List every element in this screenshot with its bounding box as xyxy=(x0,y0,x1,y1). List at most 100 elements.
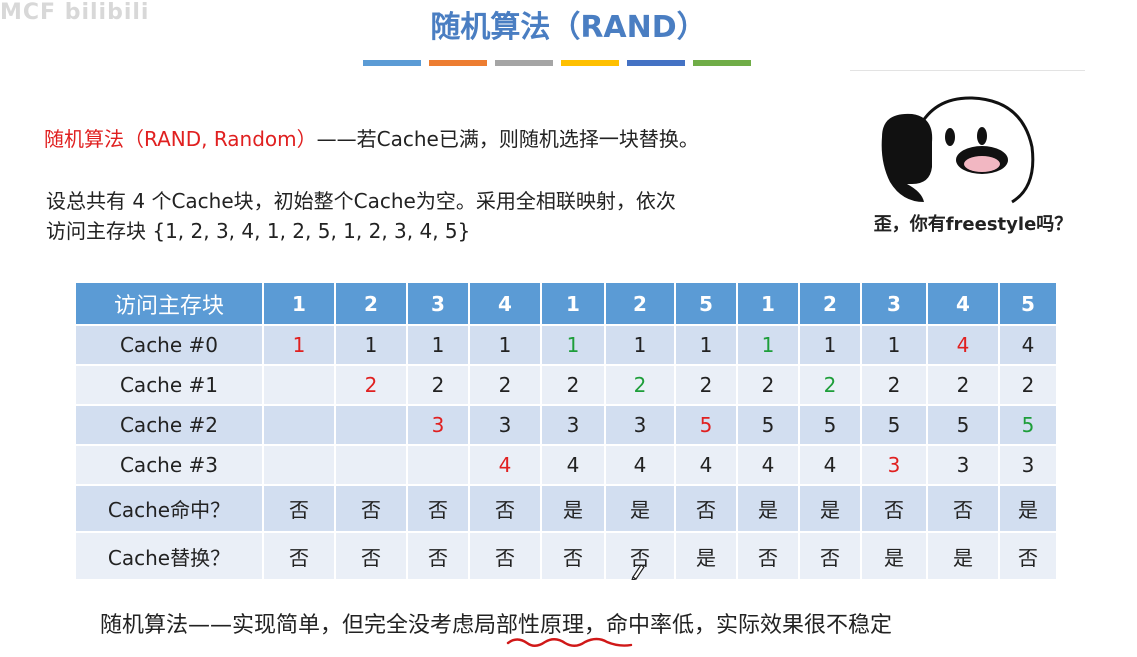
cell-value: 1 xyxy=(498,332,512,357)
table-cell: 4 xyxy=(468,443,542,486)
cell-value: 是 xyxy=(820,498,840,523)
table-cell xyxy=(334,403,408,446)
cell-value: 2 xyxy=(887,372,901,397)
table-cell: 1 xyxy=(262,324,336,366)
cell-value: 2 xyxy=(1021,372,1035,397)
table-row: Cache #0 1 1 1 1 1 1 1 1 1 1 4 4 xyxy=(74,324,1058,366)
cell-value: 否 xyxy=(495,545,515,570)
cell-value: 3 xyxy=(566,412,580,437)
cell-value: 5 xyxy=(1021,412,1035,437)
table-cell: 否 xyxy=(334,531,408,581)
table-cell: 1 xyxy=(798,324,862,366)
row-label: Cache #1 xyxy=(74,363,264,406)
definition-text: 随机算法（RAND, Random）——若Cache已满，则随机选择一块替换。 xyxy=(44,123,699,152)
table-cell: 4 xyxy=(540,443,606,486)
table-cell: 1 xyxy=(406,324,470,366)
table-cell xyxy=(262,403,336,446)
cell-value: 1 xyxy=(364,332,378,357)
table-cell: 4 xyxy=(926,324,1000,366)
cell-value: 2 xyxy=(633,372,647,397)
table-cell: 3 xyxy=(468,403,542,446)
table-cell xyxy=(334,443,408,486)
table-cell: 3 xyxy=(998,443,1058,486)
cell-value: 3 xyxy=(431,412,445,437)
table-cell: 否 xyxy=(860,483,928,534)
cell-value: 否 xyxy=(563,545,583,570)
table-cell: 否 xyxy=(798,531,862,581)
cell-value: 1 xyxy=(633,332,647,357)
table-row: Cache #1 2 2 2 2 2 2 2 2 2 2 2 xyxy=(74,363,1058,406)
cell-value: 否 xyxy=(820,545,840,570)
table-cell: 2 xyxy=(604,363,676,406)
cell-value: 4 xyxy=(699,452,713,477)
table-cell: 4 xyxy=(736,443,800,486)
red-underline-scribble xyxy=(506,637,633,647)
row-label: Cache替换？ xyxy=(74,531,264,581)
table-cell: 3 xyxy=(926,443,1000,486)
table-cell: 否 xyxy=(468,531,542,581)
cell-value: 3 xyxy=(1021,452,1035,477)
color-bar-3 xyxy=(495,60,553,66)
cell-value: 5 xyxy=(823,412,837,437)
table-cell: 2 xyxy=(674,363,738,406)
table-cell: 是 xyxy=(798,483,862,534)
table-cell: 是 xyxy=(926,531,1000,581)
definition-rest: ——若Cache已满，则随机选择一块替换。 xyxy=(316,127,699,151)
row-label: Cache #0 xyxy=(74,324,264,366)
access-3: 3 xyxy=(406,281,470,326)
access-9: 2 xyxy=(798,281,862,326)
cell-value: 是 xyxy=(563,498,583,523)
table-cell: 是 xyxy=(736,483,800,534)
cell-value: 否 xyxy=(495,498,515,523)
table-cell: 4 xyxy=(798,443,862,486)
table-cell: 否 xyxy=(262,531,336,581)
table-cell: 2 xyxy=(798,363,862,406)
cell-value: 是 xyxy=(696,545,716,570)
cell-value: 5 xyxy=(699,412,713,437)
table-cell xyxy=(262,443,336,486)
cell-value: 1 xyxy=(292,332,306,357)
cell-value: 1 xyxy=(823,332,837,357)
table-row: Cache替换？否否否否否否是否否是是否 xyxy=(74,531,1058,581)
access-5: 1 xyxy=(540,281,606,326)
table-cell: 1 xyxy=(540,324,606,366)
table-cell: 否 xyxy=(262,483,336,534)
cell-value: 3 xyxy=(498,412,512,437)
table-cell: 5 xyxy=(860,403,928,446)
access-8: 1 xyxy=(736,281,800,326)
table-cell: 2 xyxy=(334,363,408,406)
table-cell: 5 xyxy=(926,403,1000,446)
table-cell: 是 xyxy=(860,531,928,581)
access-6: 2 xyxy=(604,281,676,326)
color-bar-6 xyxy=(693,60,751,66)
access-10: 3 xyxy=(860,281,928,326)
table-cell: 否 xyxy=(540,531,606,581)
access-12: 5 xyxy=(998,281,1058,326)
cell-value: 否 xyxy=(884,498,904,523)
access-7: 5 xyxy=(674,281,738,326)
row-label: Cache命中？ xyxy=(74,483,264,534)
table-cell: 是 xyxy=(674,531,738,581)
table-cell: 是 xyxy=(540,483,606,534)
cell-value: 4 xyxy=(761,452,775,477)
cell-value: 否 xyxy=(428,498,448,523)
cell-value: 2 xyxy=(566,372,580,397)
cell-value: 否 xyxy=(289,545,309,570)
table-header-row: 访问主存块 1 2 3 4 1 2 5 1 2 3 4 5 xyxy=(74,281,1058,326)
table-row: Cache命中？ 否 否 否 否 是 是 否 是 是 否 否 是 xyxy=(74,483,1058,534)
table-cell xyxy=(262,363,336,406)
cell-value: 4 xyxy=(633,452,647,477)
table-cell: 否 xyxy=(406,483,470,534)
cell-value: 否 xyxy=(361,498,381,523)
header-label: 访问主存块 xyxy=(74,281,264,326)
question-text: 设总共有 4 个Cache块，初始整个Cache为空。采用全相联映射，依次 访问… xyxy=(46,186,806,246)
table-cell: 否 xyxy=(468,483,542,534)
access-4: 4 xyxy=(468,281,542,326)
table-cell: 2 xyxy=(468,363,542,406)
cell-value: 是 xyxy=(953,545,973,570)
question-line-2: 访问主存块 {1, 2, 3, 4, 1, 2, 5, 1, 2, 3, 4, … xyxy=(46,219,471,243)
table-cell: 是 xyxy=(998,483,1058,534)
table-row: Cache #2 3 3 3 3 5 5 5 5 5 5 xyxy=(74,403,1058,446)
title-color-bars xyxy=(363,60,751,66)
table-cell: 2 xyxy=(736,363,800,406)
